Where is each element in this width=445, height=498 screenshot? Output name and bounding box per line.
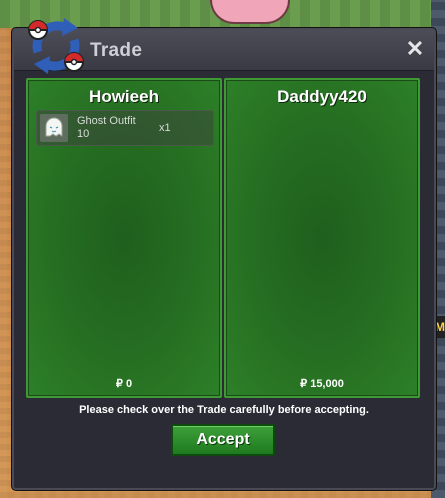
their-player-name: Daddyy420 (277, 87, 367, 106)
trade-swap-icon (28, 18, 84, 74)
item-quantity: x1 (159, 122, 171, 134)
my-player-name: Howieeh (89, 87, 159, 106)
my-offer-panel: Howieeh Ghost Outfit 10 x1 ₽ 0 (26, 78, 222, 398)
close-button[interactable]: ✕ (404, 38, 426, 60)
their-money-amount: ₽ 15,000 (300, 378, 344, 390)
trade-item-slot[interactable]: Ghost Outfit 10 x1 (36, 110, 214, 146)
accept-button[interactable]: Accept (171, 424, 275, 456)
ghost-outfit-icon (40, 114, 68, 142)
window-title: Trade (90, 40, 143, 61)
trade-notice: Please check over the Trade carefully be… (79, 404, 369, 416)
trade-window: Trade ✕ Howieeh Ghost Outfit 10 x1 ₽ 0 D… (12, 18, 436, 490)
my-money-amount: ₽ 0 (115, 378, 133, 390)
their-offer-panel: Daddyy420 ₽ 15,000 (224, 78, 420, 398)
pink-creature-sprite (210, 0, 290, 24)
item-name: Ghost Outfit 10 (77, 115, 136, 140)
